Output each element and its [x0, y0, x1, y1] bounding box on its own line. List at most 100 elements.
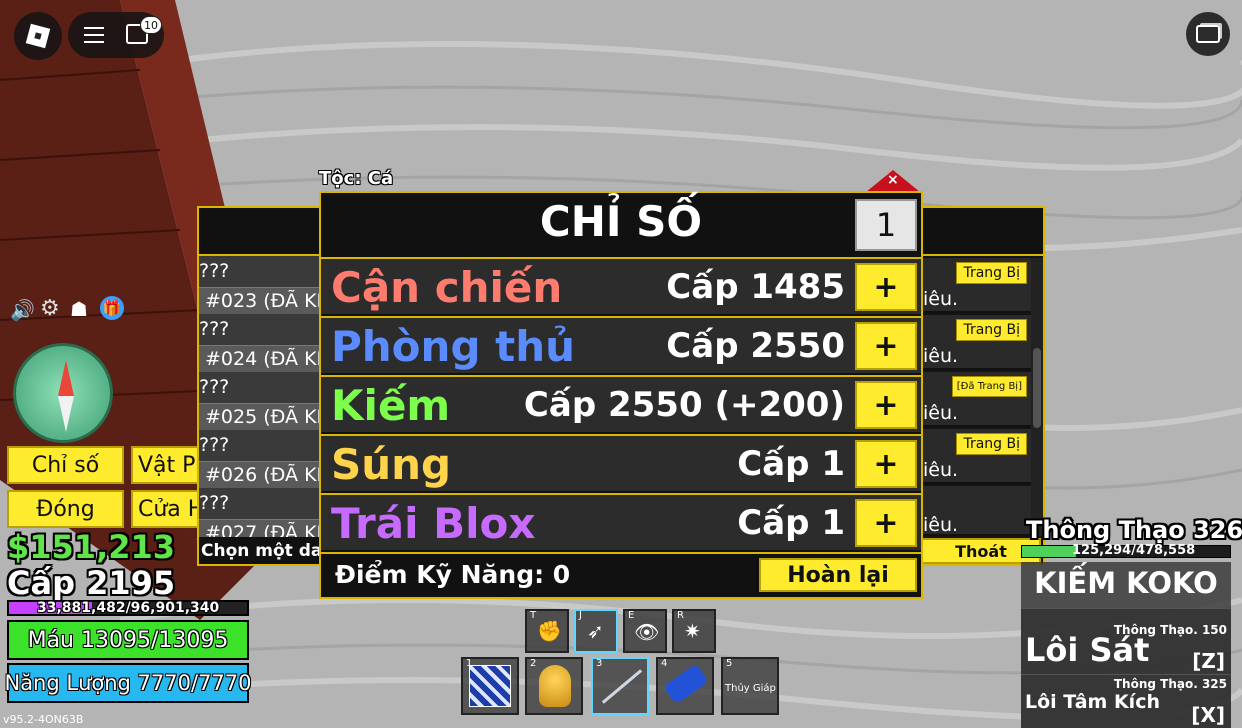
slot-item-name: Thủy Giáp [725, 683, 776, 694]
title-row: Trang Bị iêu. [921, 258, 1031, 313]
list-footer-hint: Chọn một danh [199, 537, 324, 564]
list-item-unknown: ??? [199, 430, 324, 461]
scrollbar-thumb[interactable] [1033, 348, 1041, 428]
skill-name: Lôi Tâm Kích [1025, 691, 1160, 713]
stats-title: CHỈ SỐ [539, 197, 703, 246]
roblox-menu-button[interactable] [14, 12, 62, 60]
skill-key: [X] [1191, 703, 1225, 727]
list-item-unknown: ??? [199, 488, 324, 519]
equip-button[interactable]: Trang Bị [956, 262, 1027, 284]
backpack-button[interactable] [1186, 12, 1230, 56]
gift-icon[interactable]: 🎁 [100, 296, 124, 320]
stat-name: Súng [331, 440, 452, 489]
skill-key: [Z] [1192, 649, 1225, 673]
energy-text: Năng Lượng 7770/7770 [4, 671, 252, 695]
ability-slot-t[interactable]: T ✊ [525, 609, 569, 653]
ability-slot-j[interactable]: J ➶ [574, 609, 618, 653]
hotbar-slot-2[interactable]: 2 [525, 657, 583, 715]
skill-requirement: Thông Thạo. 325 [1113, 677, 1227, 691]
add-blox-fruit-button[interactable]: + [855, 499, 917, 547]
add-gun-button[interactable]: + [855, 440, 917, 488]
add-sword-button[interactable]: + [855, 381, 917, 429]
list-item[interactable]: #027 (ĐÃ KHO [199, 519, 324, 537]
stat-level: Cấp 1485 [666, 267, 845, 307]
mastery-bar-fill [1022, 546, 1077, 557]
weapon-skills-panel: KIẾM KOKO Thông Thạo. 150 Lôi Sát [Z] Th… [1021, 562, 1231, 728]
ability-slot-r[interactable]: R ✷ [672, 609, 716, 653]
race-label: Tộc: Cá [319, 168, 394, 189]
melee-style-icon [469, 665, 511, 707]
version-label: v95.2-4ON63B [3, 713, 84, 726]
compass[interactable] [13, 343, 113, 443]
title-desc: iêu. [923, 514, 959, 536]
equip-button[interactable]: Trang Bị [956, 319, 1027, 341]
skill-row-z[interactable]: Thông Thạo. 150 Lôi Sát [Z] [1021, 608, 1231, 674]
quick-icons: 🔊 ⚙ ☗ 🎁 [10, 296, 130, 322]
stat-name: Phòng thủ [331, 322, 576, 371]
stat-level: Cấp 2550 (+200) [523, 385, 845, 425]
top-menu-pill: 10 [68, 12, 164, 58]
stats-menu-button[interactable]: Chỉ số [7, 446, 124, 484]
reset-button[interactable]: Hoàn lại [759, 558, 917, 592]
hotkey-label: J [579, 610, 582, 621]
close-icon: × [887, 172, 899, 188]
shop-menu-button[interactable]: Cửa H [131, 490, 201, 528]
slot-number: 4 [661, 658, 668, 669]
xp-text: 33,881,482/96,901,340 [37, 600, 220, 616]
hotbar-slot-1[interactable]: 1 [461, 657, 519, 715]
stat-row-gun: Súng Cấp 1 + [321, 434, 921, 491]
list-item-unknown: ??? [199, 314, 324, 345]
ability-slot-e[interactable]: E 👁 [623, 609, 667, 653]
points-amount-input[interactable]: 1 [855, 199, 917, 251]
inventory-icon [1196, 25, 1220, 43]
title-desc: iêu. [923, 288, 959, 310]
stat-name: Trái Blox [331, 499, 536, 548]
skill-row-x[interactable]: Thông Thạo. 325 Lôi Tâm Kích [X] [1021, 674, 1231, 728]
slot-number: 2 [530, 658, 537, 669]
list-item[interactable]: #024 (ĐÃ KHO [199, 345, 324, 372]
notification-badge: 10 [140, 16, 162, 34]
dash-icon: ➶ [587, 619, 604, 643]
add-defense-button[interactable]: + [855, 322, 917, 370]
title-row: Trang Bị iêu. [921, 429, 1031, 484]
list-item[interactable]: #025 (ĐÃ KHO [199, 403, 324, 430]
skill-name: Lôi Sát [1025, 631, 1150, 669]
stat-row-sword: Kiếm Cấp 2550 (+200) + [321, 375, 921, 432]
equipped-button[interactable]: [Đã Trang Bị] [951, 376, 1027, 397]
burst-icon: ✷ [684, 619, 701, 643]
stat-level: Cấp 2550 [666, 326, 845, 366]
list-item-unknown: ??? [199, 256, 324, 287]
mastery-title: Thông Thạo 326 [1026, 516, 1242, 544]
items-menu-button[interactable]: Vật Ph [131, 446, 201, 484]
equip-button[interactable]: Trang Bị [956, 433, 1027, 455]
hamburger-icon[interactable] [84, 25, 104, 45]
hotbar-slot-3[interactable]: 3 [591, 657, 649, 715]
gear-icon[interactable]: ⚙ [40, 296, 60, 321]
crew-icon[interactable]: ☗ [70, 297, 88, 321]
add-melee-button[interactable]: + [855, 263, 917, 311]
eye-icon: 👁 [634, 620, 660, 644]
buddha-fruit-icon [539, 665, 571, 707]
stat-row-blox-fruit: Trái Blox Cấp 1 + [321, 493, 921, 550]
stat-name: Cận chiến [331, 263, 563, 312]
title-desc: iêu. [923, 402, 959, 424]
list-item[interactable]: #023 (ĐÃ KHO [199, 287, 324, 314]
stat-level: Cấp 1 [737, 503, 845, 543]
slot-number: 3 [596, 658, 603, 669]
xp-bar: 33,881,482/96,901,340 [7, 600, 249, 616]
list-item[interactable]: #026 (ĐÃ KHO [199, 461, 324, 488]
level-label: Cấp 2195 [7, 564, 176, 602]
title-row: Trang Bị iêu. [921, 315, 1031, 370]
volume-icon[interactable]: 🔊 [10, 298, 35, 322]
money-label: $151,213 [7, 528, 176, 566]
stats-close-button[interactable]: × [866, 170, 920, 192]
close-menu-button[interactable]: Đóng [7, 490, 124, 528]
stat-row-melee: Cận chiến Cấp 1485 + [321, 257, 921, 314]
hotkey-label: R [677, 610, 684, 621]
compass-needle-icon [58, 360, 74, 396]
hotbar-slot-5[interactable]: 5 Thủy Giáp [721, 657, 779, 715]
hotbar-slot-4[interactable]: 4 [656, 657, 714, 715]
title-desc: iêu. [923, 345, 959, 367]
slot-number: 5 [726, 658, 733, 669]
list-scrollbar[interactable] [1031, 258, 1043, 536]
